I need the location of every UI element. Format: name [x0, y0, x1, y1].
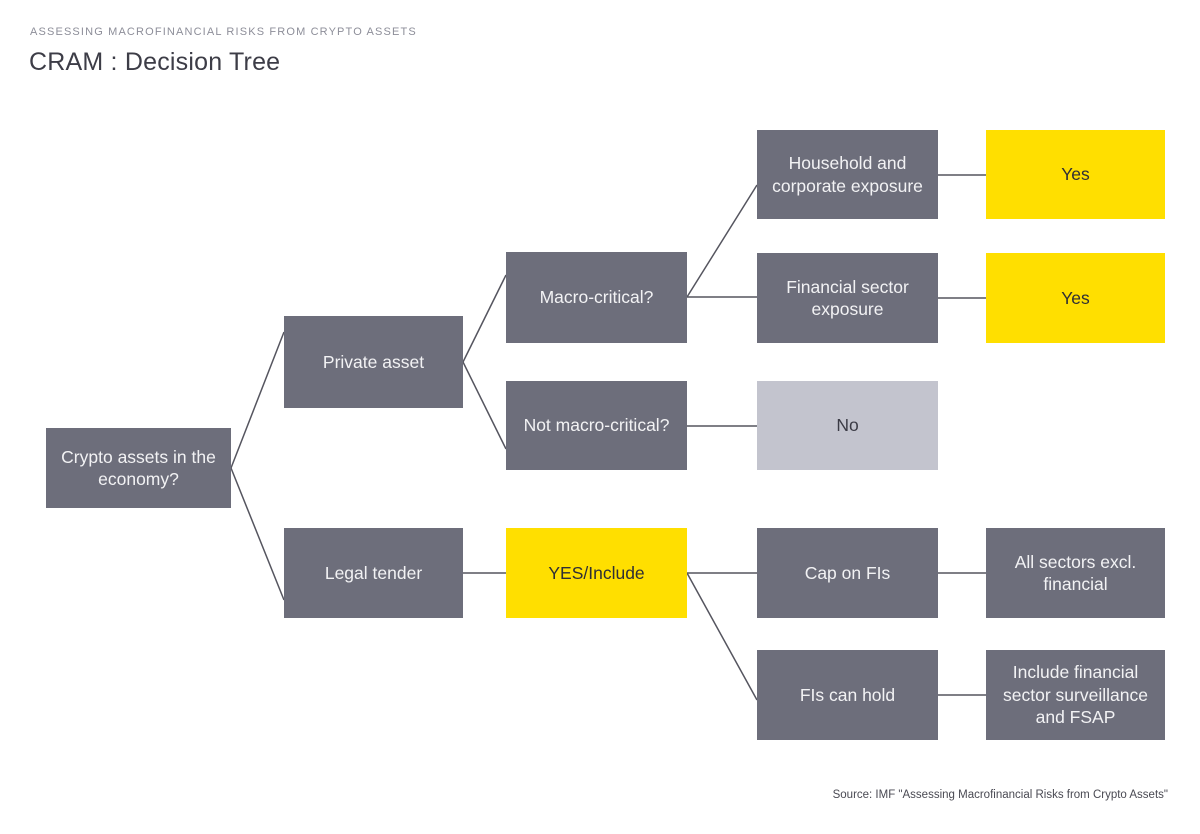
node-finsector[interactable]: Financial sector exposure: [757, 253, 938, 343]
edge-private-to-notmacro: [462, 361, 507, 450]
node-yes2[interactable]: Yes: [986, 253, 1165, 343]
node-macro[interactable]: Macro-critical?: [506, 252, 687, 343]
node-legal[interactable]: Legal tender: [284, 528, 463, 618]
edge-macro-to-household: [686, 184, 758, 298]
edge-yesinclude-to-fishold: [686, 572, 758, 701]
node-root[interactable]: Crypto assets in the economy?: [46, 428, 231, 508]
node-notmacro[interactable]: Not macro-critical?: [506, 381, 687, 470]
edge-private-to-macro: [462, 274, 507, 363]
node-fsap[interactable]: Include financial sector surveillance an…: [986, 650, 1165, 740]
decision-tree-page: ASSESSING MACROFINANCIAL RISKS FROM CRYP…: [0, 0, 1200, 834]
node-private[interactable]: Private asset: [284, 316, 463, 408]
source-note: Source: IMF "Assessing Macrofinancial Ri…: [832, 789, 1168, 801]
node-no[interactable]: No: [757, 381, 938, 470]
node-yesinclude[interactable]: YES/Include: [506, 528, 687, 618]
node-yes1[interactable]: Yes: [986, 130, 1165, 219]
node-fishold[interactable]: FIs can hold: [757, 650, 938, 740]
edge-root-to-private: [230, 331, 285, 469]
edge-root-to-legal: [230, 467, 285, 601]
node-household[interactable]: Household and corporate exposure: [757, 130, 938, 219]
node-allsectors[interactable]: All sectors excl. financial: [986, 528, 1165, 618]
node-capfis[interactable]: Cap on FIs: [757, 528, 938, 618]
